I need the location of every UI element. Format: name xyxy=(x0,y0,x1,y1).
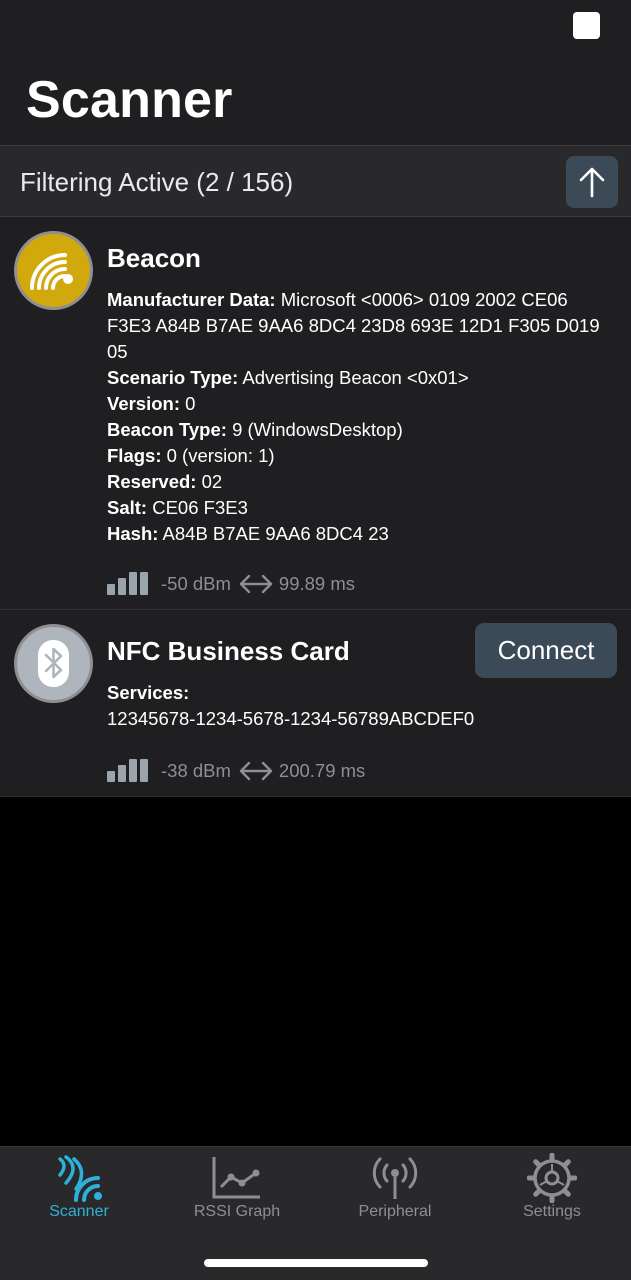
rssi-value: -50 dBm xyxy=(161,573,231,594)
signal-info: -38 dBm 200.79 ms xyxy=(107,759,366,782)
signal-info: -50 dBm 99.89 ms xyxy=(107,572,356,595)
device-avatar xyxy=(14,624,93,703)
gear-icon xyxy=(527,1153,577,1203)
interval-arrows-icon xyxy=(239,574,273,594)
detail-manufacturer-data: Manufacturer Data: Microsoft <0006> 0109… xyxy=(107,289,600,362)
filter-bar[interactable]: Filtering Active (2 / 156) xyxy=(0,145,631,217)
signal-strength-icon xyxy=(107,572,148,595)
device-row-beacon[interactable]: Beacon Manufacturer Data: Microsoft <000… xyxy=(0,217,631,610)
advertisement-details: Services: 12345678-1234-5678-1234-56789A… xyxy=(107,680,607,732)
home-indicator xyxy=(204,1259,428,1267)
tab-label: Scanner xyxy=(49,1203,109,1220)
arrow-up-icon xyxy=(579,167,605,198)
detail-hash: Hash: A84B B7AE 9AA6 8DC4 23 xyxy=(107,523,389,544)
advertising-interval: 200.79 ms xyxy=(278,760,366,781)
antenna-icon xyxy=(372,1157,418,1199)
scroll-top-button[interactable] xyxy=(566,156,618,208)
device-name: NFC Business Card xyxy=(107,636,350,666)
wifi-broadcast-icon xyxy=(30,253,73,290)
signal-strength-icon xyxy=(107,759,148,782)
tab-label: RSSI Graph xyxy=(193,1203,281,1220)
select-checkbox[interactable] xyxy=(573,12,600,39)
detail-services-label: Services: xyxy=(107,682,190,703)
device-name: Beacon xyxy=(107,243,201,273)
detail-reserved: Reserved: 02 xyxy=(107,471,223,492)
detail-beacon-type: Beacon Type: 9 (WindowsDesktop) xyxy=(107,419,403,440)
connect-button[interactable]: Connect xyxy=(475,623,617,678)
detail-service-uuid: 12345678-1234-5678-1234-56789ABCDEF0 xyxy=(107,708,475,729)
tab-peripheral[interactable]: Peripheral xyxy=(316,1147,474,1237)
device-row-nfc-business-card[interactable]: NFC Business Card Connect Services: 1234… xyxy=(0,610,631,797)
scanner-waves-icon xyxy=(58,1155,102,1202)
detail-salt: Salt: CE06 F3E3 xyxy=(107,497,248,518)
tab-label: Peripheral xyxy=(358,1203,432,1220)
tab-rssi-graph[interactable]: RSSI Graph xyxy=(158,1147,316,1237)
detail-scenario-type: Scenario Type: Advertising Beacon <0x01> xyxy=(107,367,469,388)
header: Scanner xyxy=(0,0,631,145)
tab-label: Settings xyxy=(523,1203,581,1220)
tab-settings[interactable]: Settings xyxy=(473,1147,631,1237)
rssi-value: -38 dBm xyxy=(161,760,231,781)
interval-arrows-icon xyxy=(239,761,273,781)
advertisement-details: Manufacturer Data: Microsoft <0006> 0109… xyxy=(107,287,607,547)
tab-scanner[interactable]: Scanner xyxy=(0,1147,158,1237)
line-graph-icon xyxy=(212,1157,260,1199)
detail-version: Version: 0 xyxy=(107,393,196,414)
advertising-interval: 99.89 ms xyxy=(278,573,356,594)
page-title: Scanner xyxy=(26,71,233,129)
device-avatar xyxy=(14,231,93,310)
filter-status-text: Filtering Active (2 / 156) xyxy=(20,167,294,197)
detail-flags: Flags: 0 (version: 1) xyxy=(107,445,275,466)
bluetooth-icon xyxy=(38,640,69,687)
